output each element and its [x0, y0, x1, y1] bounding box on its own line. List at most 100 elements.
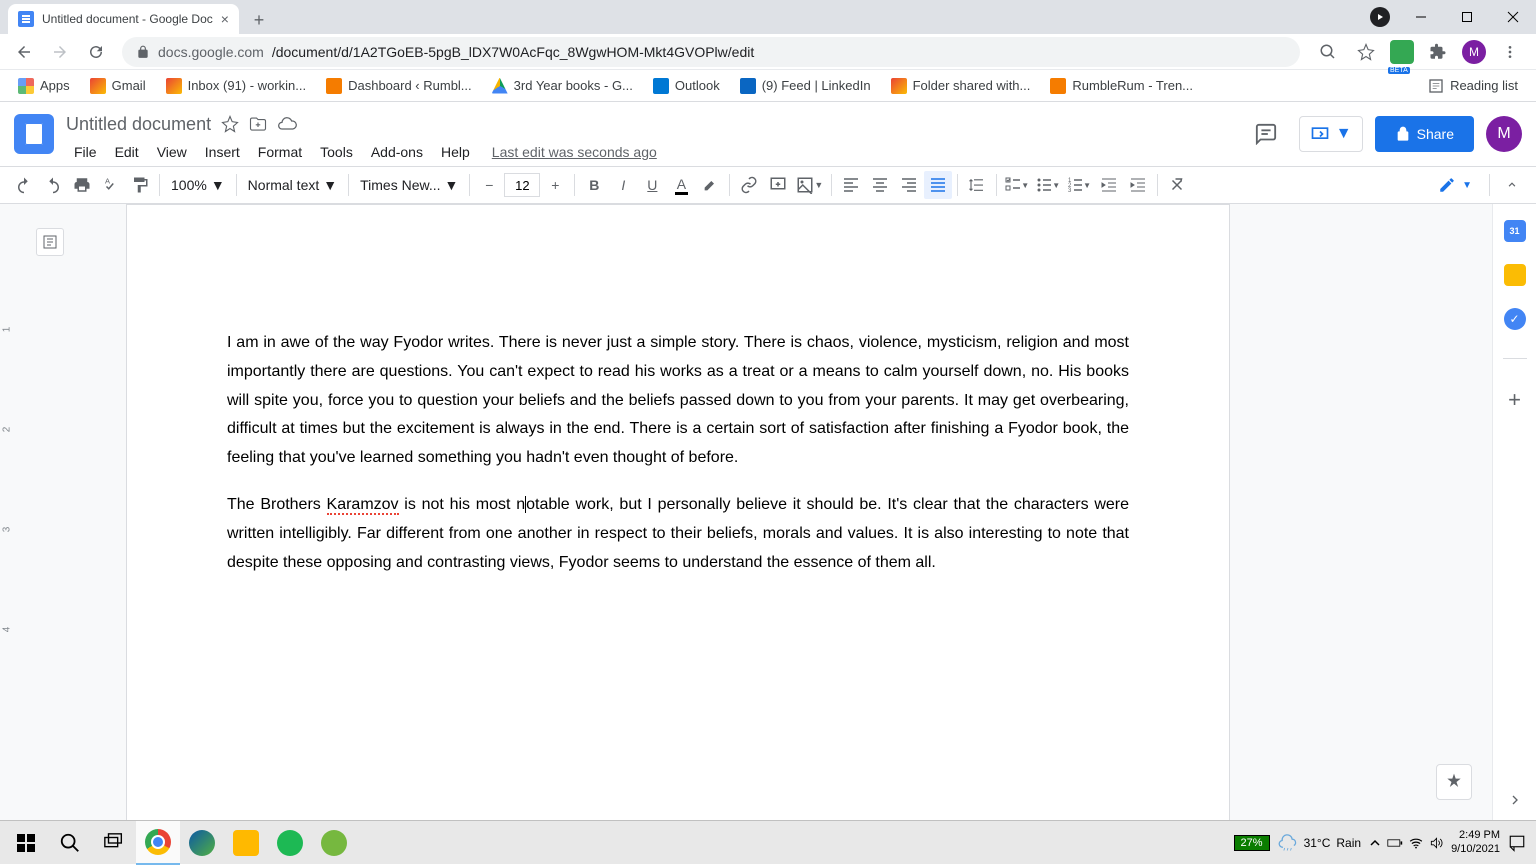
document-title[interactable]: Untitled document: [66, 114, 211, 135]
task-view-button[interactable]: [92, 821, 136, 865]
reload-button[interactable]: [80, 36, 112, 68]
paint-format-button[interactable]: [126, 171, 154, 199]
bookmark-item[interactable]: Gmail: [82, 74, 154, 98]
star-document-icon[interactable]: [221, 115, 239, 133]
chrome-taskbar-icon[interactable]: [136, 821, 180, 865]
link-button[interactable]: [735, 171, 763, 199]
new-tab-button[interactable]: +: [245, 6, 273, 34]
menu-tools[interactable]: Tools: [312, 142, 361, 162]
clock[interactable]: 2:49 PM 9/10/2021: [1451, 829, 1500, 855]
zoom-page-icon[interactable]: [1314, 38, 1342, 66]
utorrent-taskbar-icon[interactable]: [312, 821, 356, 865]
menu-edit[interactable]: Edit: [107, 142, 147, 162]
hide-sidepanel-button[interactable]: [1507, 792, 1523, 808]
system-tray[interactable]: [1369, 836, 1443, 850]
comments-button[interactable]: [1245, 116, 1287, 152]
bullet-list-button[interactable]: ▼: [1033, 171, 1063, 199]
bookmark-item[interactable]: Dashboard ‹ Rumbl...: [318, 74, 480, 98]
style-dropdown[interactable]: Normal text▼: [242, 171, 343, 199]
document-page[interactable]: I am in awe of the way Fyodor writes. Th…: [126, 204, 1230, 820]
spellcheck-button[interactable]: A: [97, 171, 125, 199]
image-button[interactable]: ▼: [793, 171, 826, 199]
profile-avatar[interactable]: M: [1462, 40, 1486, 64]
checklist-button[interactable]: ▼: [1002, 171, 1032, 199]
spotify-taskbar-icon[interactable]: [268, 821, 312, 865]
number-list-button[interactable]: 123▼: [1064, 171, 1094, 199]
vertical-ruler[interactable]: 1 2 3 4: [0, 204, 18, 820]
outline-toggle-button[interactable]: [36, 228, 64, 256]
bookmark-item[interactable]: Outlook: [645, 74, 728, 98]
collapse-toolbar-button[interactable]: [1498, 171, 1526, 199]
font-size-input[interactable]: 12: [504, 173, 540, 197]
bookmark-item[interactable]: Inbox (91) - workin...: [158, 74, 315, 98]
addons-plus-button[interactable]: +: [1508, 387, 1521, 413]
line-spacing-button[interactable]: [963, 171, 991, 199]
decrease-font-button[interactable]: −: [475, 171, 503, 199]
account-avatar[interactable]: M: [1486, 116, 1522, 152]
tasks-sidebar-icon[interactable]: [1504, 308, 1526, 330]
zoom-dropdown[interactable]: 100%▼: [165, 171, 231, 199]
undo-button[interactable]: [10, 171, 38, 199]
menu-insert[interactable]: Insert: [197, 142, 248, 162]
weather-widget[interactable]: 31°C Rain: [1278, 833, 1362, 853]
comment-button[interactable]: [764, 171, 792, 199]
notifications-button[interactable]: [1508, 834, 1526, 852]
bookmark-item[interactable]: RumbleRum - Tren...: [1042, 74, 1201, 98]
tray-chevron-icon[interactable]: [1369, 837, 1381, 849]
menu-addons[interactable]: Add-ons: [363, 142, 431, 162]
bookmark-item[interactable]: Folder shared with...: [883, 74, 1039, 98]
explore-button[interactable]: [1436, 764, 1472, 800]
highlight-button[interactable]: [696, 171, 724, 199]
align-right-button[interactable]: [895, 171, 923, 199]
menu-format[interactable]: Format: [250, 142, 310, 162]
reading-list-button[interactable]: Reading list: [1420, 74, 1526, 98]
align-center-button[interactable]: [866, 171, 894, 199]
menu-view[interactable]: View: [149, 142, 195, 162]
wifi-icon[interactable]: [1409, 836, 1423, 850]
share-button[interactable]: Share: [1375, 116, 1474, 152]
menu-file[interactable]: File: [66, 142, 105, 162]
editing-mode-dropdown[interactable]: ▼: [1429, 170, 1481, 200]
clear-formatting-button[interactable]: [1163, 171, 1191, 199]
battery-indicator[interactable]: 27%: [1234, 835, 1270, 851]
bookmark-item[interactable]: 3rd Year books - G...: [484, 74, 641, 98]
bookmark-item[interactable]: (9) Feed | LinkedIn: [732, 74, 879, 98]
paragraph[interactable]: The Brothers Karamzov is not his most no…: [227, 491, 1129, 577]
text-color-button[interactable]: A: [667, 171, 695, 199]
back-button[interactable]: [8, 36, 40, 68]
move-document-icon[interactable]: [249, 115, 267, 133]
edge-taskbar-icon[interactable]: [180, 821, 224, 865]
battery-icon[interactable]: [1387, 837, 1403, 849]
chrome-menu-icon[interactable]: [1496, 38, 1524, 66]
close-tab-icon[interactable]: ×: [221, 11, 229, 27]
font-dropdown[interactable]: Times New...▼: [354, 171, 464, 199]
minimize-button[interactable]: [1398, 0, 1444, 34]
last-edit-link[interactable]: Last edit was seconds ago: [492, 144, 657, 160]
redo-button[interactable]: [39, 171, 67, 199]
address-bar[interactable]: docs.google.com/document/d/1A2TGoEB-5pgB…: [122, 37, 1300, 67]
apps-bookmark[interactable]: Apps: [10, 74, 78, 98]
start-button[interactable]: [4, 821, 48, 865]
media-control-icon[interactable]: [1370, 7, 1390, 27]
print-button[interactable]: [68, 171, 96, 199]
cloud-status-icon[interactable]: [277, 114, 297, 134]
bookmark-star-icon[interactable]: [1352, 38, 1380, 66]
forward-button[interactable]: [44, 36, 76, 68]
volume-icon[interactable]: [1429, 836, 1443, 850]
calendar-sidebar-icon[interactable]: [1504, 220, 1526, 242]
underline-button[interactable]: U: [638, 171, 666, 199]
spelling-error[interactable]: Karamzov: [327, 496, 399, 515]
docs-logo[interactable]: [14, 114, 54, 154]
decrease-indent-button[interactable]: [1095, 171, 1123, 199]
present-button[interactable]: ▼: [1299, 116, 1363, 152]
explorer-taskbar-icon[interactable]: [224, 821, 268, 865]
extension-icon[interactable]: [1390, 40, 1414, 64]
browser-tab[interactable]: Untitled document - Google Doc ×: [8, 4, 239, 34]
align-left-button[interactable]: [837, 171, 865, 199]
keep-sidebar-icon[interactable]: [1504, 264, 1526, 286]
maximize-button[interactable]: [1444, 0, 1490, 34]
extensions-puzzle-icon[interactable]: [1424, 38, 1452, 66]
document-body[interactable]: I am in awe of the way Fyodor writes. Th…: [227, 329, 1129, 577]
increase-indent-button[interactable]: [1124, 171, 1152, 199]
menu-help[interactable]: Help: [433, 142, 478, 162]
